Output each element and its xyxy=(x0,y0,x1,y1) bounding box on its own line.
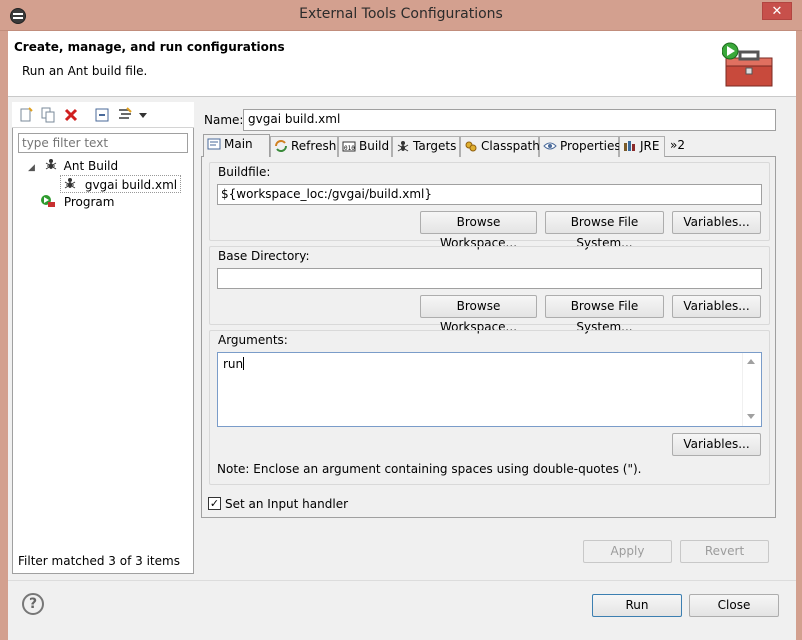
header-description: Run an Ant build file. xyxy=(22,64,148,78)
tree-item-program[interactable]: Program xyxy=(40,193,114,211)
input-handler-label: Set an Input handler xyxy=(225,497,349,511)
basedir-browse-filesystem-button[interactable]: Browse File System... xyxy=(545,295,664,334)
dropdown-icon[interactable] xyxy=(138,107,148,123)
build-icon: 010 xyxy=(342,141,356,152)
tab-jre[interactable]: JRE xyxy=(619,136,665,157)
new-config-icon[interactable] xyxy=(18,107,34,123)
filter-icon[interactable] xyxy=(117,107,133,123)
buildfile-variables-button[interactable]: Variables... xyxy=(672,211,761,234)
buildfile-input[interactable]: ${workspace_loc:/gvgai/build.xml} xyxy=(217,184,762,205)
tree-item-label: gvgai build.xml xyxy=(84,178,178,192)
arguments-text: run xyxy=(223,357,244,371)
window-close-button[interactable]: ✕ xyxy=(762,2,792,20)
arguments-note: Note: Enclose an argument containing spa… xyxy=(217,462,642,476)
properties-icon xyxy=(543,142,557,150)
tab-targets[interactable]: Targets xyxy=(392,136,460,157)
header-title: Create, manage, and run configurations xyxy=(14,40,285,54)
scroll-down-icon[interactable] xyxy=(747,414,755,419)
name-label: Name: xyxy=(204,113,244,127)
collapse-all-icon[interactable] xyxy=(94,107,110,123)
help-icon[interactable]: ? xyxy=(22,593,44,615)
base-directory-input[interactable] xyxy=(217,268,762,289)
arguments-textarea[interactable]: run xyxy=(217,352,762,427)
tab-main[interactable]: Main xyxy=(203,134,270,157)
tree-item-label: Program xyxy=(63,195,115,209)
text-caret xyxy=(243,357,245,370)
basedir-variables-button[interactable]: Variables... xyxy=(672,295,761,318)
tab-label: Main xyxy=(224,137,253,151)
basedir-browse-workspace-button[interactable]: Browse Workspace... xyxy=(420,295,537,334)
title-bar: External Tools Configurations ✕ xyxy=(0,0,802,31)
arguments-scrollbar[interactable] xyxy=(742,353,760,426)
tab-refresh[interactable]: Refresh xyxy=(270,136,338,157)
ant-file-icon xyxy=(64,178,76,189)
name-input[interactable]: gvgai build.xml xyxy=(243,109,776,131)
refresh-icon xyxy=(275,140,287,152)
close-button[interactable]: Close xyxy=(689,594,779,617)
ant-icon xyxy=(45,159,57,170)
tab-label: JRE xyxy=(640,139,660,153)
filter-input[interactable] xyxy=(18,133,188,153)
tab-label: Build xyxy=(359,139,390,153)
run-button[interactable]: Run xyxy=(592,594,682,617)
tab-label: Classpath xyxy=(481,139,540,153)
base-directory-label: Base Directory: xyxy=(218,249,310,263)
targets-icon xyxy=(397,141,409,152)
window-frame-right xyxy=(796,31,802,640)
arguments-variables-button[interactable]: Variables... xyxy=(672,433,761,456)
classpath-icon xyxy=(465,141,477,152)
buildfile-label: Buildfile: xyxy=(218,165,271,179)
input-handler-checkbox[interactable]: ✓ xyxy=(208,497,221,510)
buildfile-browse-filesystem-button[interactable]: Browse File System... xyxy=(545,211,664,250)
revert-button[interactable]: Revert xyxy=(680,540,769,563)
window-title: External Tools Configurations xyxy=(299,6,503,22)
tree-expand-icon[interactable]: ◢ xyxy=(28,159,38,177)
more-tabs-button[interactable]: »2 xyxy=(670,138,685,152)
tab-label: Targets xyxy=(413,139,457,153)
configurations-toolbar xyxy=(12,102,194,128)
tree-item-ant-build[interactable]: ◢ Ant Build xyxy=(28,157,118,175)
apply-button[interactable]: Apply xyxy=(583,540,672,563)
svg-text:010: 010 xyxy=(344,145,355,152)
buildfile-browse-workspace-button[interactable]: Browse Workspace... xyxy=(420,211,537,250)
tree-item-gvgai-build[interactable]: gvgai build.xml xyxy=(60,175,182,193)
scroll-up-icon[interactable] xyxy=(747,359,755,364)
program-icon xyxy=(41,195,55,207)
filter-status: Filter matched 3 of 3 items xyxy=(18,554,180,568)
jre-icon xyxy=(624,141,635,151)
tab-label: Refresh xyxy=(291,139,337,153)
main-tab-icon xyxy=(207,138,221,150)
footer-separator xyxy=(8,580,796,581)
arguments-label: Arguments: xyxy=(218,333,288,347)
tab-label: Properties xyxy=(560,139,621,153)
duplicate-icon[interactable] xyxy=(40,107,56,123)
tab-build[interactable]: 010 Build xyxy=(338,136,392,157)
window-frame-left xyxy=(0,31,8,640)
tree-item-label: Ant Build xyxy=(63,159,119,173)
tab-properties[interactable]: Properties xyxy=(539,136,621,157)
tab-classpath[interactable]: Classpath xyxy=(460,136,540,157)
delete-icon[interactable] xyxy=(63,107,79,123)
toolbox-icon xyxy=(722,42,773,87)
